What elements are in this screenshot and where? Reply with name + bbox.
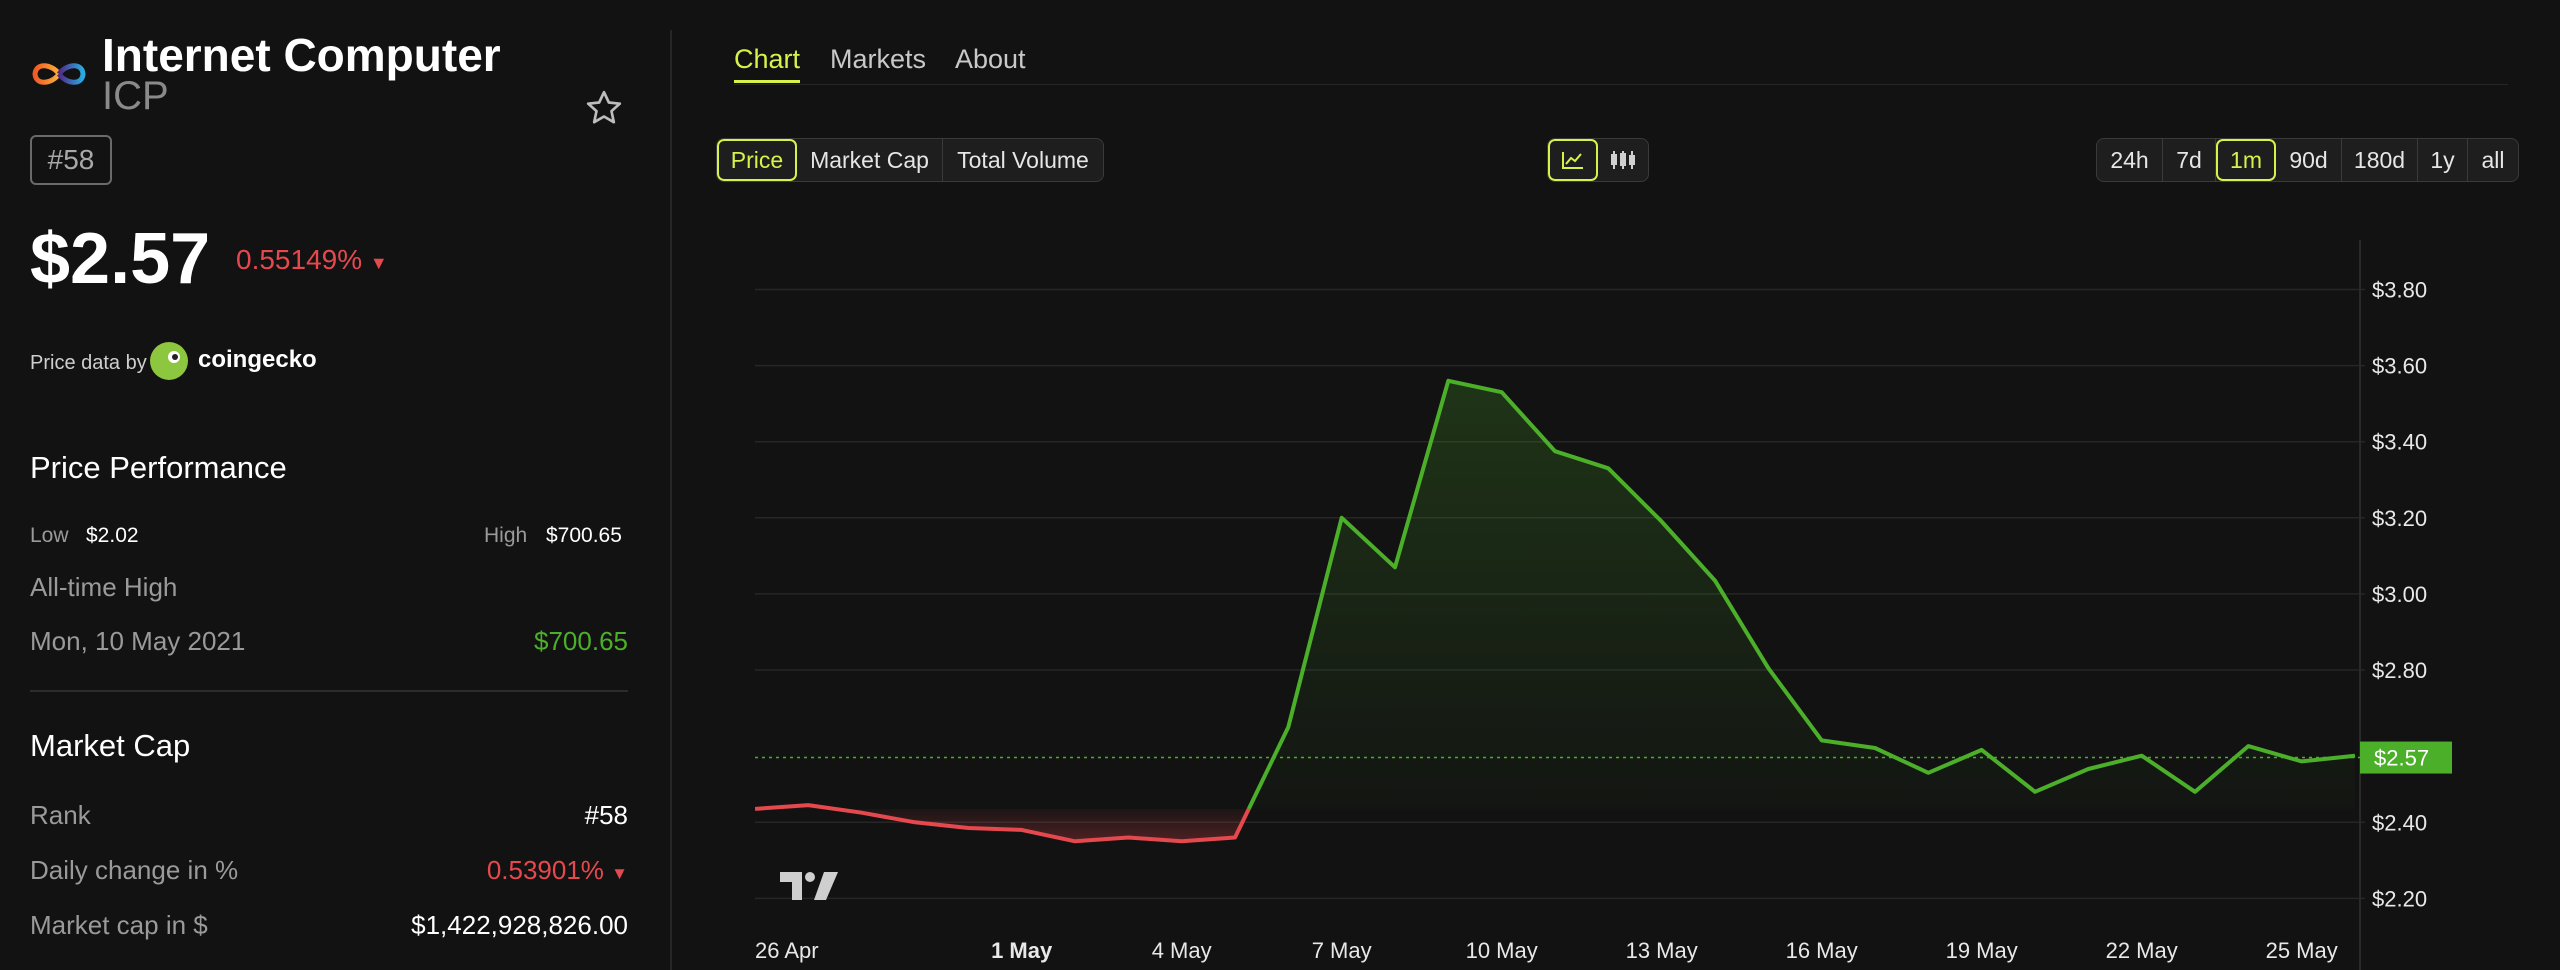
x-tick-label: 1 May bbox=[991, 938, 1053, 963]
low-value: $2.02 bbox=[86, 524, 139, 547]
metric-selector: Price Market Cap Total Volume bbox=[716, 138, 1104, 182]
range-1y-button[interactable]: 1y bbox=[2418, 139, 2468, 181]
y-tick-label: $2.80 bbox=[2372, 658, 2427, 683]
line-chart-button[interactable] bbox=[1548, 139, 1598, 181]
candlestick-icon bbox=[1611, 151, 1635, 169]
range-24h-button[interactable]: 24h bbox=[2097, 139, 2163, 181]
current-price-label: $2.57 bbox=[2374, 746, 2429, 771]
active-tab-indicator bbox=[734, 80, 800, 83]
range-all-button[interactable]: all bbox=[2468, 139, 2518, 181]
ath-label: All-time High bbox=[30, 572, 178, 602]
time-range-selector: 24h 7d 1m 90d 180d 1y all bbox=[2096, 138, 2519, 182]
rank-badge: #58 bbox=[30, 135, 112, 185]
x-tick-label: 22 May bbox=[2106, 938, 2178, 963]
price-performance-title: Price Performance bbox=[30, 450, 287, 485]
down-arrow-icon: ▼ bbox=[611, 864, 628, 883]
x-tick-label: 25 May bbox=[2266, 938, 2338, 963]
price-button[interactable]: Price bbox=[717, 139, 797, 181]
tradingview-logo-icon bbox=[780, 872, 838, 900]
line-chart-icon bbox=[1562, 152, 1583, 169]
y-tick-label: $2.20 bbox=[2372, 886, 2427, 911]
daily-change-number: 0.53901% bbox=[486, 855, 604, 885]
range-90d-button[interactable]: 90d bbox=[2276, 139, 2342, 181]
x-axis: 26 Apr 1 May 4 May 7 May 10 May 13 May 16 May 1… bbox=[755, 938, 2338, 963]
tab-markets[interactable]: Markets bbox=[830, 44, 926, 75]
x-tick-label: 26 Apr bbox=[755, 938, 819, 963]
x-tick-label: 19 May bbox=[1946, 938, 2018, 963]
red-area-fill bbox=[755, 805, 1249, 842]
total-volume-button[interactable]: Total Volume bbox=[943, 139, 1103, 181]
y-axis: $2.20 $2.40 $2.80 $3.00 $3.20 $3.40 $3.60 $3.80 bbox=[2359, 240, 2427, 970]
chart-type-selector bbox=[1547, 138, 1649, 182]
star-icon[interactable] bbox=[584, 88, 624, 128]
coingecko-logo-icon bbox=[150, 342, 188, 380]
y-tick-label: $3.20 bbox=[2372, 506, 2427, 531]
low-label: Low bbox=[30, 524, 69, 547]
market-cap-value: $1,422,928,826.00 bbox=[411, 910, 628, 940]
market-cap-button[interactable]: Market Cap bbox=[797, 139, 943, 181]
y-tick-label: $3.40 bbox=[2372, 430, 2427, 455]
internet-computer-logo-icon bbox=[32, 63, 86, 85]
ath-date: Mon, 10 May 2021 bbox=[30, 626, 246, 656]
current-price: $2.57 bbox=[30, 219, 211, 299]
price-chart[interactable]: $2.20 $2.40 $2.80 $3.00 $3.20 $3.40 $3.60 $3.80… bbox=[755, 240, 2475, 970]
rank-label: Rank bbox=[30, 800, 91, 830]
coin-symbol: ICP bbox=[102, 74, 169, 118]
market-cap-title: Market Cap bbox=[30, 728, 191, 763]
green-area-fill bbox=[1248, 380, 2355, 809]
x-tick-label: 16 May bbox=[1786, 938, 1858, 963]
panel-separator bbox=[670, 30, 672, 970]
high-value: $700.65 bbox=[546, 524, 622, 547]
tabs-divider bbox=[734, 84, 2508, 85]
high-label: High bbox=[484, 524, 528, 547]
market-cap-label: Market cap in $ bbox=[30, 910, 208, 940]
x-tick-label: 10 May bbox=[1466, 938, 1538, 963]
y-tick-label: $3.60 bbox=[2372, 354, 2427, 379]
y-tick-label: $2.40 bbox=[2372, 810, 2427, 835]
down-arrow-icon: ▼ bbox=[369, 253, 388, 273]
tab-chart[interactable]: Chart bbox=[734, 44, 800, 75]
x-tick-label: 13 May bbox=[1626, 938, 1698, 963]
coingecko-link[interactable]: coingecko bbox=[198, 346, 317, 374]
range-1m-button[interactable]: 1m bbox=[2216, 139, 2276, 181]
section-divider bbox=[30, 690, 628, 692]
range-180d-button[interactable]: 180d bbox=[2342, 139, 2418, 181]
tab-about[interactable]: About bbox=[955, 44, 1026, 75]
daily-change-label: Daily change in % bbox=[30, 855, 239, 885]
price-change-24h: 0.55149% ▼ bbox=[236, 244, 388, 276]
candlestick-button[interactable] bbox=[1598, 139, 1648, 181]
price-data-label: Price data by bbox=[30, 352, 147, 374]
range-7d-button[interactable]: 7d bbox=[2163, 139, 2216, 181]
x-tick-label: 7 May bbox=[1312, 938, 1372, 963]
x-tick-label: 4 May bbox=[1152, 938, 1212, 963]
daily-change-value: 0.53901% ▼ bbox=[360, 855, 628, 886]
rank-value: #58 bbox=[584, 800, 628, 830]
price-change-value: 0.55149% bbox=[236, 244, 363, 275]
y-tick-label: $3.80 bbox=[2372, 277, 2427, 302]
ath-value: $700.65 bbox=[534, 626, 628, 656]
y-tick-label: $3.00 bbox=[2372, 582, 2427, 607]
